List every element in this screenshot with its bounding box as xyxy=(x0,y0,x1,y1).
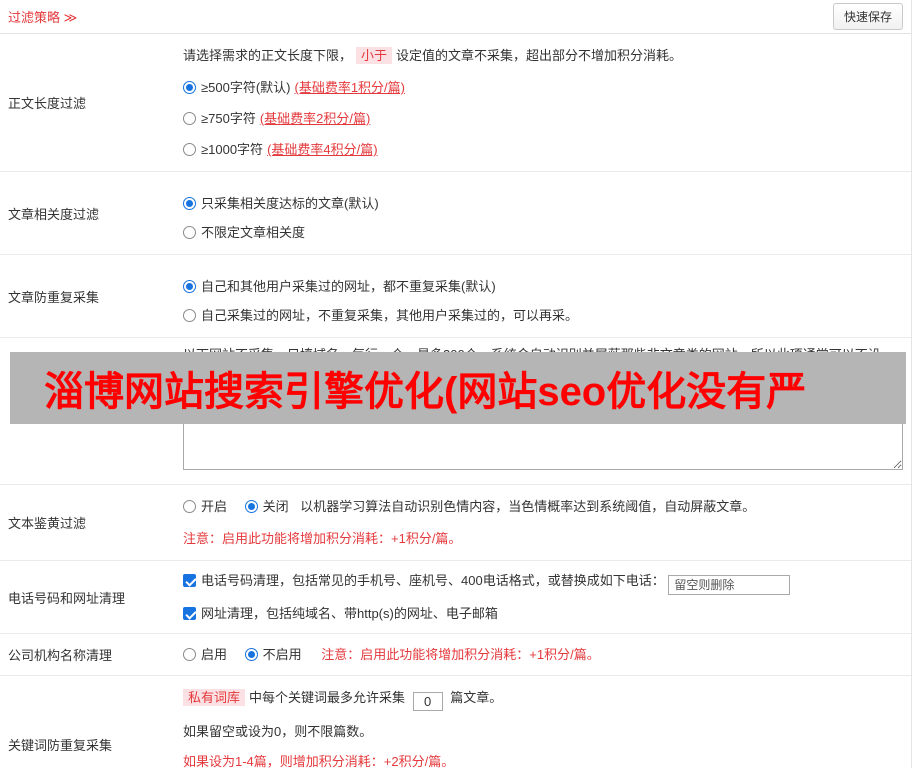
option-company-off[interactable]: 不启用 xyxy=(244,647,302,662)
keyword-dedup-content: 私有词库中每个关键词最多允许采集 篇文章。 如果留空或设为0，则不限篇数。 如果… xyxy=(175,676,911,768)
keyword-limit-input[interactable] xyxy=(412,692,443,711)
radio-relevance-strict-icon[interactable] xyxy=(183,197,196,210)
row-porn-filter: 文本鉴黄过滤 开启 关闭 以机器学习算法自动识别色情内容，当色情概率达到系统阈值… xyxy=(0,485,911,561)
keyword-note-cost: 如果设为1-4篇，则增加积分消耗：+2积分/篇。 xyxy=(183,754,455,768)
company-cleanup-content: 启用 不启用 注意：启用此功能将增加积分消耗：+1积分/篇。 xyxy=(175,634,911,675)
keyword-limit-line: 私有词库中每个关键词最多允许采集 篇文章。 xyxy=(183,688,903,711)
porn-filter-options: 开启 关闭 以机器学习算法自动识别色情内容，当色情概率达到系统阈值，自动屏蔽文章… xyxy=(183,497,903,516)
radio-company-off-icon[interactable] xyxy=(244,648,258,661)
relevance-content: 只采集相关度达标的文章(默认) 不限定文章相关度 xyxy=(175,172,911,254)
porn-filter-warning: 注意：启用此功能将增加积分消耗：+1积分/篇。 xyxy=(183,531,462,546)
phone-url-label: 电话号码和网址清理 xyxy=(8,590,126,606)
option-length-1000-rate: (基础费率4积分/篇) xyxy=(267,142,378,157)
option-company-off-label: 不启用 xyxy=(262,647,302,662)
row-relevance-filter: 文章相关度过滤 只采集相关度达标的文章(默认) 不限定文章相关度 xyxy=(0,172,911,255)
option-porn-off[interactable]: 关闭 xyxy=(244,499,289,514)
row-phone-url-cleanup: 电话号码和网址清理 电话号码清理，包括常见的手机号、座机号、400电话格式，或替… xyxy=(0,561,911,634)
radio-relevance-any-icon[interactable] xyxy=(183,226,196,239)
keyword-note-zero: 如果留空或设为0，则不限篇数。 xyxy=(183,724,373,739)
keyword-limit-text: 中每个关键词最多允许采集 xyxy=(249,690,406,705)
radio-porn-on-icon[interactable] xyxy=(183,500,196,513)
body-length-label: 正文长度过滤 xyxy=(8,96,87,111)
radio-length-750-icon[interactable] xyxy=(183,112,196,125)
option-length-1000-label: ≥1000字符 xyxy=(201,142,264,157)
phone-url-content: 电话号码清理，包括常见的手机号、座机号、400电话格式，或替换成如下电话： 网址… xyxy=(175,561,911,633)
option-dedup-self-only-label: 自己采集过的网址，不重复采集，其他用户采集过的，可以再采。 xyxy=(201,308,579,323)
porn-filter-label: 文本鉴黄过滤 xyxy=(8,516,87,531)
porn-filter-desc: 以机器学习算法自动识别色情内容，当色情概率达到系统阈值，自动屏蔽文章。 xyxy=(300,499,756,514)
option-relevance-strict-label: 只采集相关度达标的文章(默认) xyxy=(201,196,379,211)
option-length-500[interactable]: ≥500字符(默认) (基础费率1积分/篇) xyxy=(183,78,903,97)
quick-save-button[interactable]: 快速保存 xyxy=(832,3,903,30)
option-company-on-label: 启用 xyxy=(201,647,228,662)
option-porn-on[interactable]: 开启 xyxy=(183,499,227,514)
url-cleanup-label: 网址清理，包括纯域名、带http(s)的网址、电子邮箱 xyxy=(201,606,498,621)
option-porn-off-label: 关闭 xyxy=(262,499,289,514)
radio-dedup-self-only-icon[interactable] xyxy=(183,309,196,322)
row-keyword-dedup: 关键词防重复采集 私有词库中每个关键词最多允许采集 篇文章。 如果留空或设为0，… xyxy=(0,676,911,768)
overlay-ad-text: 淄博网站搜索引擎优化(网站seo优化没有严 xyxy=(44,370,807,414)
url-cleanup-option[interactable]: 网址清理，包括纯域名、带http(s)的网址、电子邮箱 xyxy=(183,604,903,623)
radio-length-1000-icon[interactable] xyxy=(183,143,196,156)
filter-strategy-page: 过滤策略 ≫ 快速保存 正文长度过滤 请选择需求的正文长度下限， 小于 设定值的文章… xyxy=(0,0,912,768)
row-body-length-filter: 正文长度过滤 请选择需求的正文长度下限， 小于 设定值的文章不采集，超出部分不增加积… xyxy=(0,34,911,172)
company-cleanup-warning: 注意：启用此功能将增加积分消耗：+1积分/篇。 xyxy=(321,647,600,662)
keyword-dedup-label: 关键词防重复采集 xyxy=(8,738,113,753)
option-length-750[interactable]: ≥750字符 (基础费率2积分/篇) xyxy=(183,109,903,128)
option-dedup-all-users[interactable]: 自己和其他用户采集过的网址，都不重复采集(默认) xyxy=(183,277,903,296)
radio-length-500-icon[interactable] xyxy=(183,81,196,94)
desc-text-post: 设定值的文章不采集，超出部分不增加积分消耗。 xyxy=(396,48,683,63)
private-lexicon-highlight: 私有词库 xyxy=(183,689,246,706)
replacement-phone-input[interactable] xyxy=(668,575,791,595)
option-length-750-rate: (基础费率2积分/篇) xyxy=(259,111,371,126)
page-title: 过滤策略 ≫ xyxy=(8,10,78,25)
option-relevance-any-label: 不限定文章相关度 xyxy=(201,225,306,240)
dedup-content: 自己和其他用户采集过的网址，都不重复采集(默认) 自己采集过的网址，不重复采集，… xyxy=(175,255,911,337)
company-cleanup-label: 公司机构名称清理 xyxy=(8,648,113,663)
checkbox-phone-cleanup-icon[interactable] xyxy=(183,574,196,587)
keyword-limit-suffix: 篇文章。 xyxy=(450,690,503,705)
option-relevance-strict[interactable]: 只采集相关度达标的文章(默认) xyxy=(183,194,903,213)
relevance-label: 文章相关度过滤 xyxy=(8,206,100,222)
dedup-label: 文章防重复采集 xyxy=(8,289,100,305)
phone-cleanup-label: 电话号码清理，包括常见的手机号、座机号、400电话格式，或替换成如下电话： xyxy=(201,573,665,588)
body-length-content: 请选择需求的正文长度下限， 小于 设定值的文章不采集，超出部分不增加积分消耗。 ≥5… xyxy=(175,34,911,171)
option-dedup-all-users-label: 自己和其他用户采集过的网址，都不重复采集(默认) xyxy=(201,279,496,294)
radio-company-on-icon[interactable] xyxy=(183,648,196,661)
option-length-750-label: ≥750字符 xyxy=(201,111,256,126)
overlay-ad-banner: 淄博网站搜索引擎优化(网站seo优化没有严 xyxy=(10,352,906,424)
option-dedup-self-only[interactable]: 自己采集过的网址，不重复采集，其他用户采集过的，可以再采。 xyxy=(183,306,903,325)
option-porn-on-label: 开启 xyxy=(201,499,228,514)
radio-dedup-all-users-icon[interactable] xyxy=(183,280,196,293)
option-length-1000[interactable]: ≥1000字符 (基础费率4积分/篇) xyxy=(183,140,903,159)
option-length-500-rate: (基础费率1积分/篇) xyxy=(294,80,405,95)
body-length-desc: 请选择需求的正文长度下限， 小于 设定值的文章不采集，超出部分不增加积分消耗。 xyxy=(183,46,903,65)
phone-cleanup-option[interactable]: 电话号码清理，包括常见的手机号、座机号、400电话格式，或替换成如下电话： xyxy=(183,571,903,595)
desc-highlight: 小于 xyxy=(356,47,393,64)
page-header: 过滤策略 ≫ 快速保存 xyxy=(0,0,911,34)
row-dedup-collection: 文章防重复采集 自己和其他用户采集过的网址，都不重复采集(默认) 自己采集过的网… xyxy=(0,255,911,338)
option-company-on[interactable]: 启用 xyxy=(183,647,227,662)
option-length-500-label: ≥500字符(默认) xyxy=(201,80,291,95)
checkbox-url-cleanup-icon[interactable] xyxy=(183,607,196,620)
porn-filter-content: 开启 关闭 以机器学习算法自动识别色情内容，当色情概率达到系统阈值，自动屏蔽文章… xyxy=(175,485,911,560)
row-company-cleanup: 公司机构名称清理 启用 不启用 注意：启用此功能将增加积分消耗：+1积分/篇。 xyxy=(0,634,911,676)
radio-porn-off-icon[interactable] xyxy=(244,500,258,513)
option-relevance-any[interactable]: 不限定文章相关度 xyxy=(183,223,903,242)
desc-text-pre: 请选择需求的正文长度下限， xyxy=(183,48,353,63)
